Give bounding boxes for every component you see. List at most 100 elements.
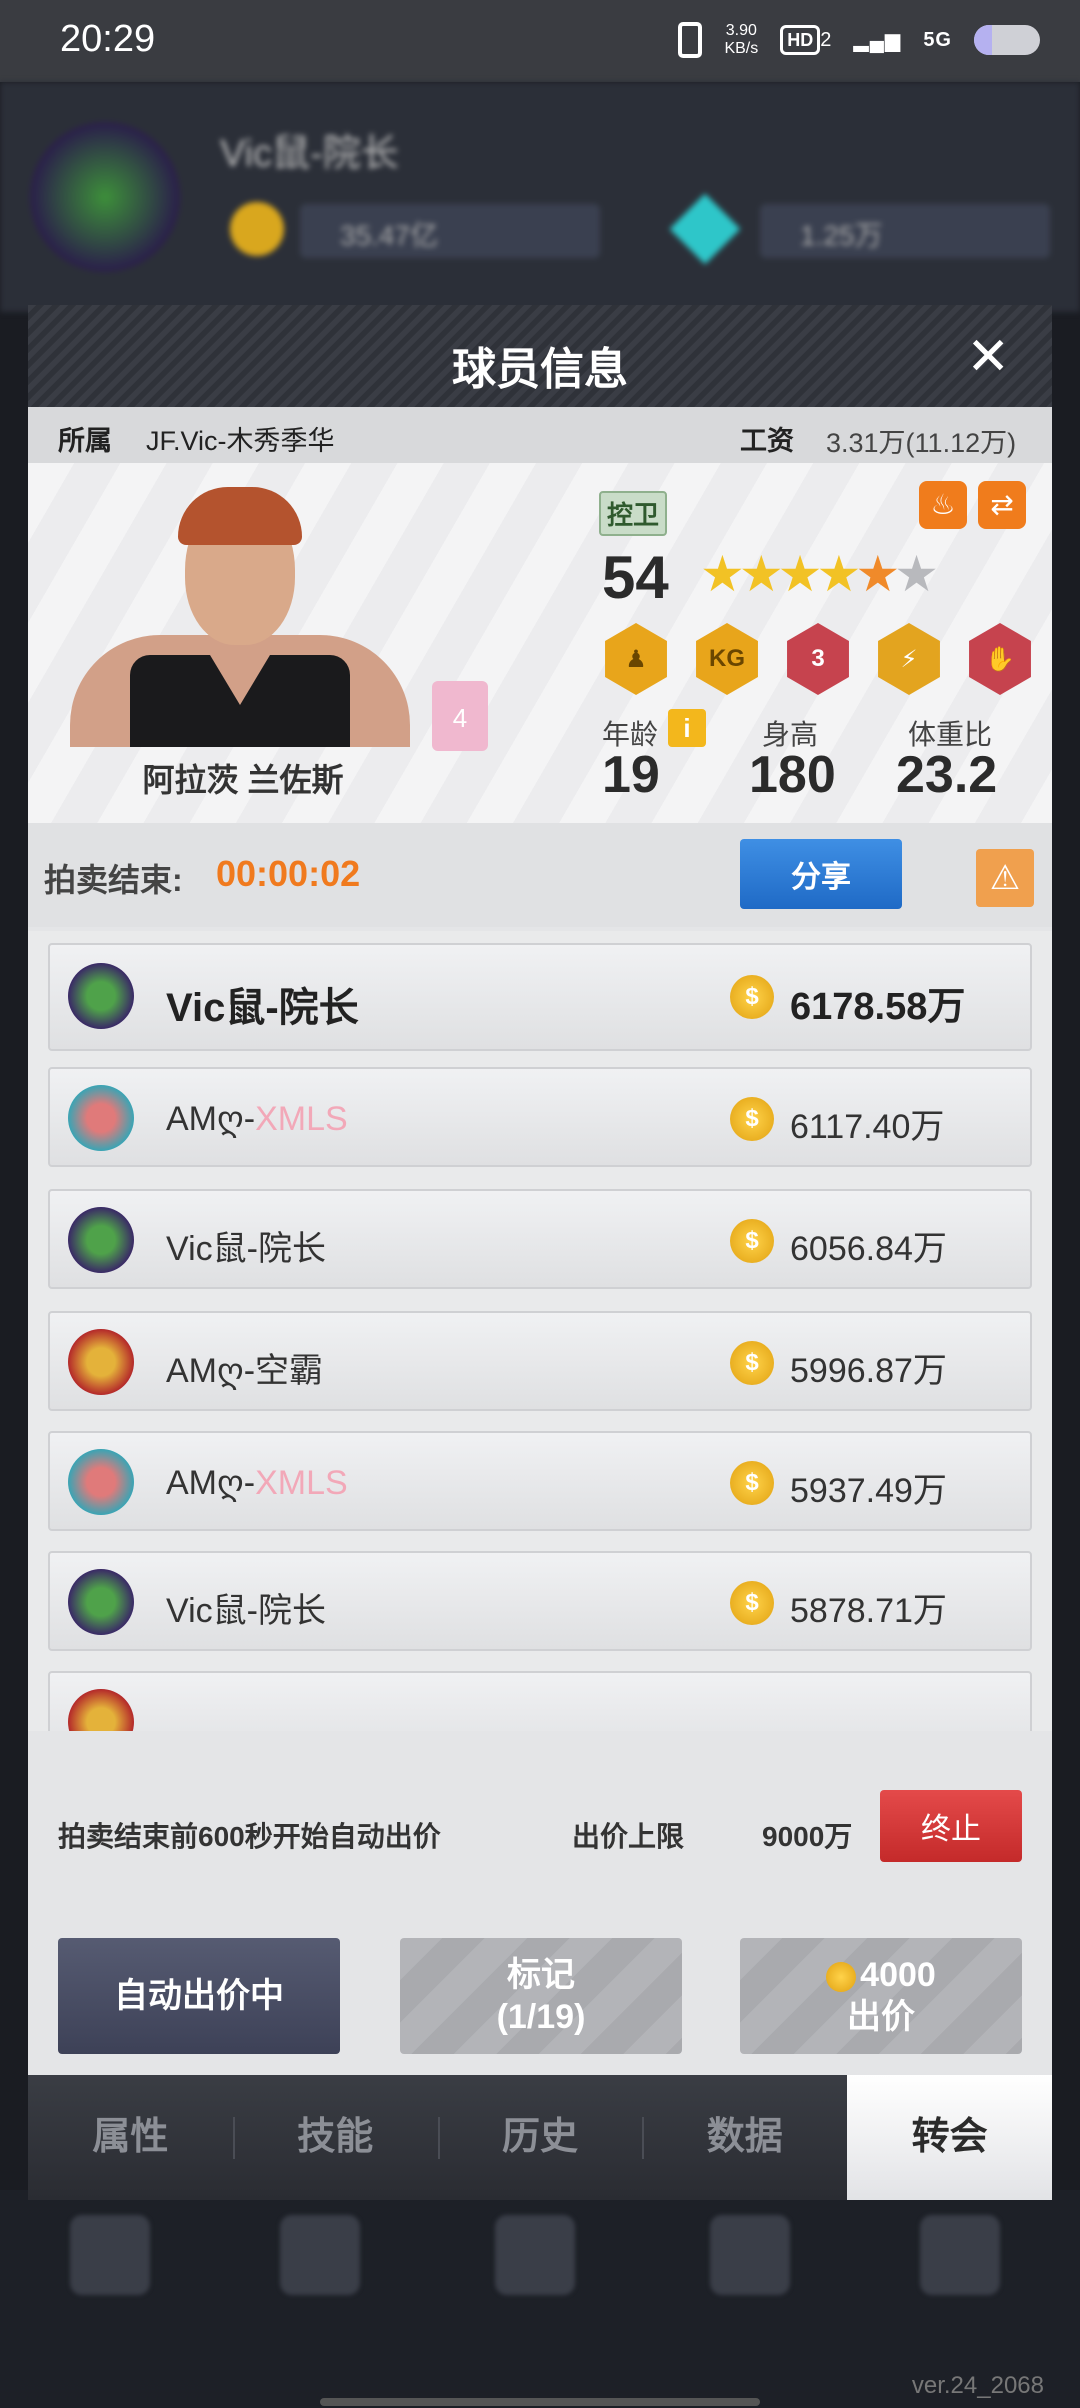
auto-bid-button[interactable]: 自动出价中 — [58, 1938, 340, 2054]
modal-title: 球员信息 — [452, 345, 628, 394]
tab-data[interactable]: 数据 — [642, 2075, 847, 2200]
version-label: ver.24_2068 — [911, 2372, 1044, 2399]
list-item[interactable]: Vic鼠-院长 $ 6178.58万 — [48, 943, 1032, 1051]
star-icon: ★ — [816, 546, 861, 602]
bid-amount: 6117.40万 — [790, 1108, 945, 1146]
fire-icon[interactable]: ♨ — [919, 481, 967, 529]
network-type: 5G — [923, 28, 952, 51]
hd-indicator: HD 2 — [780, 24, 831, 55]
list-item[interactable]: Vic鼠-院长 $ 5878.71万 — [48, 1551, 1032, 1651]
team-logo-icon — [68, 1085, 134, 1151]
stop-button[interactable]: 终止 — [880, 1790, 1022, 1862]
list-item[interactable]: Vic鼠-院长 $ 6056.84万 — [48, 1189, 1032, 1289]
half-star-icon: ★ — [855, 546, 900, 602]
tab-history[interactable]: 历史 — [437, 2075, 643, 2200]
nav-icon-2 — [280, 2215, 360, 2295]
star-icon: ★ — [777, 546, 823, 602]
bidder-name: AMღ-XMLS — [166, 1464, 348, 1502]
bid-button[interactable]: 4000 出价 — [740, 1938, 1022, 2054]
clock: 20:29 — [60, 18, 156, 60]
home-indicator[interactable] — [320, 2398, 760, 2406]
team-label: 所属 — [58, 426, 112, 456]
position-tag: 控卫 — [599, 491, 668, 536]
background-header: Vic鼠-院长 35.47亿 1.25万 — [0, 82, 1080, 312]
age-value: 19 — [602, 746, 660, 804]
skill-badges: ♟ KG 3 ⚡ ✋ — [600, 623, 1036, 695]
bid-limit-value: 9000万 — [762, 1821, 853, 1852]
bid-amount: 5996.87万 — [790, 1352, 947, 1390]
coin-icon: $ — [730, 1341, 774, 1385]
player-card: 4 阿拉茨 兰佐斯 控卫 ♨ ⇄ 54 ★★★★★★ ♟ KG 3 ⚡ ✋ 年龄… — [28, 463, 1052, 823]
auto-bid-text: 拍卖结束前600秒开始自动出价 — [58, 1821, 441, 1852]
bid-limit-label: 出价上限 — [572, 1821, 685, 1852]
close-icon[interactable]: ✕ — [966, 327, 1010, 387]
status-icons: 3.90 KB/s HD 2 ▂▄▆ 5G — [678, 22, 1040, 58]
coin-icon — [230, 202, 284, 256]
lightning-badge-icon[interactable]: ⚡ — [878, 623, 940, 695]
three-point-badge-icon[interactable]: 3 — [787, 623, 849, 695]
star-rating: ★★★★★★ — [700, 545, 939, 603]
salary-value: 3.31万(11.12万) — [826, 428, 1017, 458]
gem-bar: 1.25万 — [760, 204, 1050, 258]
bidder-name: AMღ-XMLS — [166, 1100, 348, 1138]
team-logo-icon — [68, 1689, 134, 1731]
coin-icon: $ — [730, 1581, 774, 1625]
team-name: JF.Vic-木秀季华 — [146, 426, 335, 456]
salary-label: 工资 — [740, 426, 794, 456]
team-logo-icon — [68, 963, 134, 1029]
list-item[interactable] — [48, 1671, 1032, 1731]
star-icon: ★ — [700, 546, 745, 602]
info-icon[interactable]: i — [668, 709, 706, 747]
bidder-name: Vic鼠-院长 — [166, 1592, 326, 1630]
signal-icon: ▂▄▆ — [853, 29, 902, 52]
star-icon: ★ — [738, 546, 784, 602]
player-name: 阿拉茨 兰佐斯 — [142, 762, 344, 798]
nav-icon-5 — [920, 2215, 1000, 2295]
mark-button[interactable]: 标记 (1/19) — [400, 1938, 682, 2054]
list-item[interactable]: AMღ-XMLS $ 5937.49万 — [48, 1431, 1032, 1531]
jersey-number-icon: 4 — [432, 681, 488, 751]
player-silhouette-badge-icon[interactable]: ♟ — [605, 623, 667, 695]
list-item[interactable]: AMღ-XMLS $ 6117.40万 — [48, 1067, 1032, 1167]
battery-icon — [974, 25, 1040, 55]
swap-icon[interactable]: ⇄ — [978, 481, 1026, 529]
tab-skills[interactable]: 技能 — [232, 2075, 438, 2200]
team-logo-icon — [68, 1329, 134, 1395]
coin-icon: $ — [730, 975, 774, 1019]
team-logo-icon — [68, 1207, 134, 1273]
empty-star-icon: ★ — [894, 546, 939, 602]
bid-amount: 6056.84万 — [790, 1230, 947, 1268]
kg-badge-icon[interactable]: KG — [696, 623, 758, 695]
team-logo-icon — [30, 122, 180, 272]
height-value: 180 — [749, 746, 836, 804]
nav-icon-3 — [495, 2215, 575, 2295]
team-logo-icon — [68, 1569, 134, 1635]
list-item[interactable]: AMღ-空霸 $ 5996.87万 — [48, 1311, 1032, 1411]
coin-icon: $ — [730, 1219, 774, 1263]
dunk-badge-icon[interactable]: ✋ — [969, 623, 1031, 695]
bidder-name: AMღ-空霸 — [166, 1352, 324, 1390]
bid-list[interactable]: Vic鼠-院长 $ 6178.58万 AMღ-XMLS $ 6117.40万 V… — [28, 931, 1052, 1731]
bid-amount: 5878.71万 — [790, 1592, 947, 1630]
coin-icon — [826, 1962, 857, 1993]
player-info-modal: 球员信息 ✕ 所属 JF.Vic-木秀季华 工资 3.31万(11.12万) 4… — [28, 305, 1052, 2200]
tab-transfer[interactable]: 转会 — [847, 2075, 1052, 2200]
background-player-name: Vic鼠-院长 — [220, 133, 399, 175]
warning-icon[interactable]: ⚠ — [976, 849, 1034, 907]
coin-icon: $ — [730, 1097, 774, 1141]
status-bar: 20:29 3.90 KB/s HD 2 ▂▄▆ 5G — [0, 0, 1080, 82]
weight-value: 23.2 — [896, 746, 998, 804]
auction-end-label: 拍卖结束: — [44, 862, 183, 898]
bidder-name: Vic鼠-院长 — [166, 1230, 326, 1268]
auction-bar: 拍卖结束: 00:00:02 分享 ⚠ — [28, 823, 1052, 927]
player-portrait[interactable] — [70, 485, 410, 747]
tab-attributes[interactable]: 属性 — [28, 2075, 233, 2200]
gem-icon — [669, 193, 741, 265]
player-rating: 54 — [602, 544, 669, 611]
coin-icon: $ — [730, 1461, 774, 1505]
tab-bar: 属性 技能 历史 数据 转会 — [28, 2075, 1052, 2200]
net-speed: 3.90 KB/s — [724, 22, 759, 57]
auction-countdown: 00:00:02 — [216, 853, 361, 894]
share-button[interactable]: 分享 — [740, 839, 902, 909]
vibrate-icon — [678, 22, 703, 58]
